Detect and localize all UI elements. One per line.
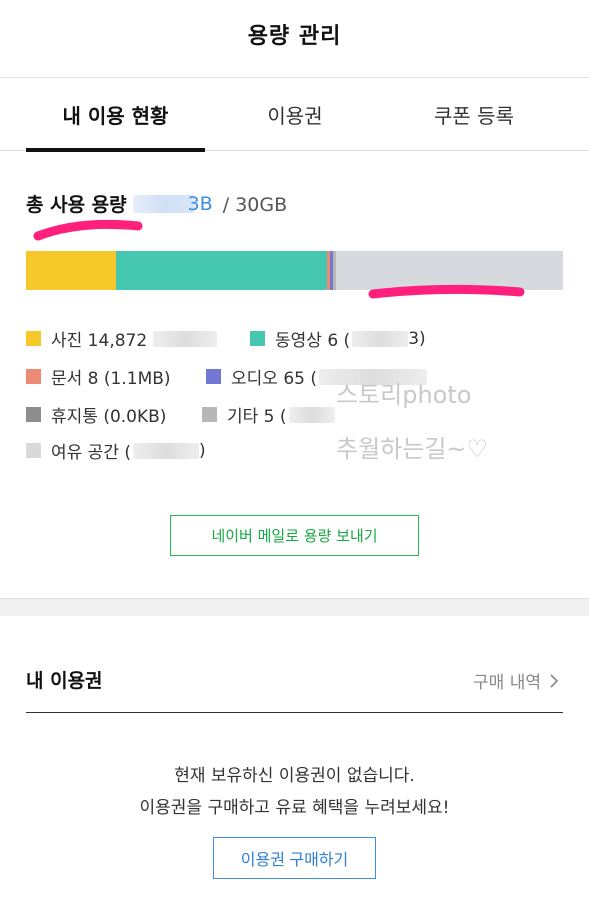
bar-segment-videos xyxy=(116,251,327,290)
other-swatch xyxy=(202,407,217,422)
legend-free-suffix: ) xyxy=(199,440,206,461)
legend-other-label: 기타 5 ( xyxy=(227,407,287,427)
documents-swatch xyxy=(26,369,41,384)
used-amount: 3B xyxy=(132,193,217,215)
purchase-history-label: 구매 내역 xyxy=(473,673,541,693)
send-via-naver-mail-button[interactable]: 네이버 메일로 용량 보내기 xyxy=(170,515,419,556)
blog-watermark: 스토리photo 추월하는길~♡ xyxy=(336,368,488,476)
watermark-line2: 추월하는길~♡ xyxy=(336,435,489,463)
app-header: 용량 관리 xyxy=(0,0,589,78)
chevron-right-icon xyxy=(550,673,559,688)
bar-segment-photos xyxy=(26,251,116,290)
redacted-free-size xyxy=(133,442,199,459)
section-underline xyxy=(26,712,563,713)
legend-free-label: 여유 공간 ( xyxy=(51,443,131,463)
legend-documents-label: 문서 8 (1.1MB) xyxy=(51,369,171,389)
legend-audio-label: 오디오 65 ( xyxy=(231,369,317,389)
purchase-history-link[interactable]: 구매 내역 xyxy=(473,668,559,693)
tab-bar: 내 이용 현황 이용권 쿠폰 등록 xyxy=(0,78,589,152)
legend-photos: 사진 14,872 xyxy=(26,326,218,351)
section-divider xyxy=(0,598,589,616)
videos-swatch xyxy=(250,331,265,346)
legend-trash-label: 휴지통 (0.0KB) xyxy=(51,407,167,427)
legend-other: 기타 5 ( xyxy=(202,402,335,427)
no-pass-message: 현재 보유하신 이용권이 없습니다. 이용권을 구매하고 유료 혜택을 누려보세… xyxy=(0,760,589,824)
buy-pass-button[interactable]: 이용권 구매하기 xyxy=(213,837,376,879)
redacted-used-value xyxy=(132,195,195,213)
trash-swatch xyxy=(26,407,41,422)
photos-swatch xyxy=(26,331,41,346)
legend-videos-label: 동영상 6 ( xyxy=(275,331,351,351)
pink-scribble-2 xyxy=(368,284,525,299)
watermark-line1: 스토리photo xyxy=(336,381,472,409)
pink-scribble-1 xyxy=(33,219,143,241)
total-capacity: 30GB xyxy=(235,194,288,216)
legend-trash: 휴지통 (0.0KB) xyxy=(26,402,166,427)
no-pass-line1: 현재 보유하신 이용권이 없습니다. xyxy=(174,766,415,786)
redacted-other-size xyxy=(288,406,335,423)
used-unit: 3B xyxy=(187,193,213,215)
legend-videos: 동영상 6 ( 3) xyxy=(250,326,426,351)
my-pass-title: 내 이용권 xyxy=(26,670,103,692)
no-pass-line2: 이용권을 구매하고 유료 혜택을 누려보세요! xyxy=(139,798,450,818)
tab-pass[interactable]: 이용권 xyxy=(205,78,385,150)
audio-swatch xyxy=(206,369,221,384)
redacted-photos-size xyxy=(153,330,218,347)
tab-my-usage[interactable]: 내 이용 현황 xyxy=(26,78,205,152)
legend-videos-suffix: 3) xyxy=(408,328,426,349)
bar-segment-other xyxy=(333,251,336,290)
legend-free-space: 여유 공간 ( ) xyxy=(26,438,206,463)
total-usage: 총 사용 용량 3B / 30GB xyxy=(26,190,287,217)
legend-photos-label: 사진 14,872 xyxy=(51,331,148,351)
page-title: 용량 관리 xyxy=(247,24,342,49)
redacted-videos-size xyxy=(352,330,409,347)
usage-separator: / xyxy=(222,194,230,216)
tab-coupon[interactable]: 쿠폰 등록 xyxy=(385,78,563,150)
free-space-swatch xyxy=(26,443,41,458)
total-usage-label: 총 사용 용량 xyxy=(26,194,127,216)
legend-documents: 문서 8 (1.1MB) xyxy=(26,364,171,389)
